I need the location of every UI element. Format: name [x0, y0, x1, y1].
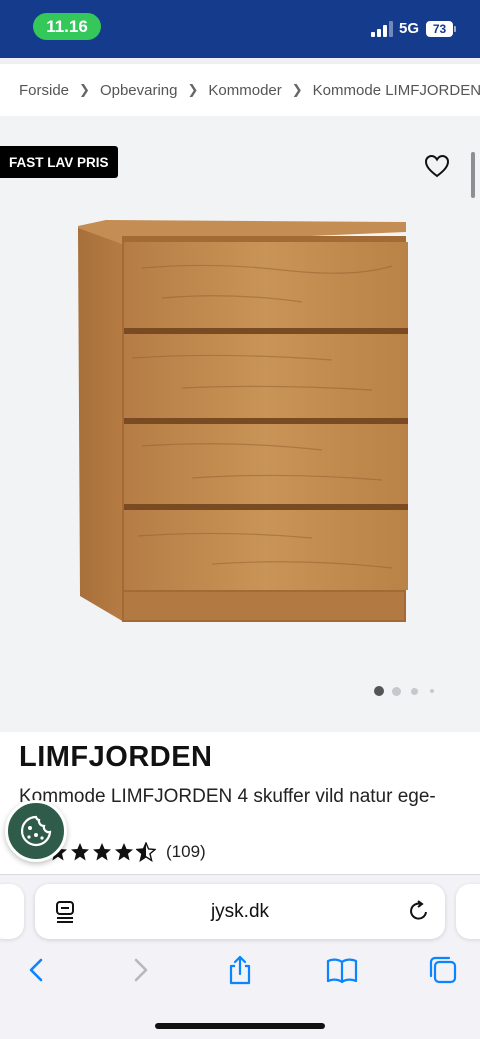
breadcrumb-item-opbevaring[interactable]: Opbevaring: [100, 82, 178, 99]
reload-icon[interactable]: [407, 899, 431, 923]
signal-icon: [371, 21, 393, 37]
price-badge: FAST LAV PRIS: [0, 146, 118, 178]
status-bar: 11.16 5G 73: [0, 0, 480, 58]
next-tab-peek[interactable]: [456, 884, 480, 939]
network-label: 5G: [399, 20, 420, 37]
previous-tab-peek[interactable]: [0, 884, 24, 939]
back-icon[interactable]: [22, 954, 54, 986]
heart-icon[interactable]: [424, 154, 450, 178]
pagination-dot[interactable]: [411, 687, 418, 695]
star-icon: [115, 843, 133, 861]
breadcrumb: Forside ❯ Opbevaring ❯ Kommoder ❯ Kommod…: [0, 58, 480, 116]
star-icon: [93, 843, 111, 861]
chevron-right-icon: ❯: [79, 82, 90, 97]
review-count[interactable]: (109): [166, 842, 206, 862]
pagination-dot-active[interactable]: [374, 686, 384, 696]
scroll-indicator: [471, 152, 475, 198]
home-indicator: [155, 1023, 325, 1029]
address-bar[interactable]: jysk.dk: [35, 884, 445, 939]
star-icon: [71, 843, 89, 861]
cookie-icon: [20, 815, 52, 847]
battery-tip: [454, 26, 456, 32]
breadcrumb-item-forside[interactable]: Forside: [19, 82, 69, 99]
cookie-settings-button[interactable]: [5, 800, 67, 862]
status-time[interactable]: 11.16: [33, 13, 101, 40]
product-title: LIMFJORDEN: [19, 741, 213, 773]
product-rating[interactable]: (109): [48, 842, 206, 862]
chevron-right-icon: ❯: [291, 82, 303, 97]
battery-icon: 73: [426, 21, 456, 37]
bookmarks-icon[interactable]: [326, 954, 358, 986]
battery-level: 73: [426, 21, 453, 37]
product-image-dresser: [78, 220, 408, 622]
tabs-icon[interactable]: [427, 954, 459, 986]
share-icon[interactable]: [224, 954, 256, 986]
image-pagination[interactable]: [374, 686, 434, 696]
pagination-dot[interactable]: [430, 689, 434, 693]
product-subtitle: Kommode LIMFJORDEN 4 skuffer vild natur …: [19, 786, 436, 807]
url-text[interactable]: jysk.dk: [35, 884, 445, 939]
forward-icon[interactable]: [124, 954, 156, 986]
breadcrumb-item-kommoder[interactable]: Kommoder: [208, 82, 281, 99]
breadcrumb-item-current: Kommode LIMFJORDEN: [312, 81, 480, 99]
pagination-dot[interactable]: [392, 686, 401, 696]
star-half-icon: [136, 842, 156, 862]
chevron-right-icon: ❯: [187, 82, 199, 97]
